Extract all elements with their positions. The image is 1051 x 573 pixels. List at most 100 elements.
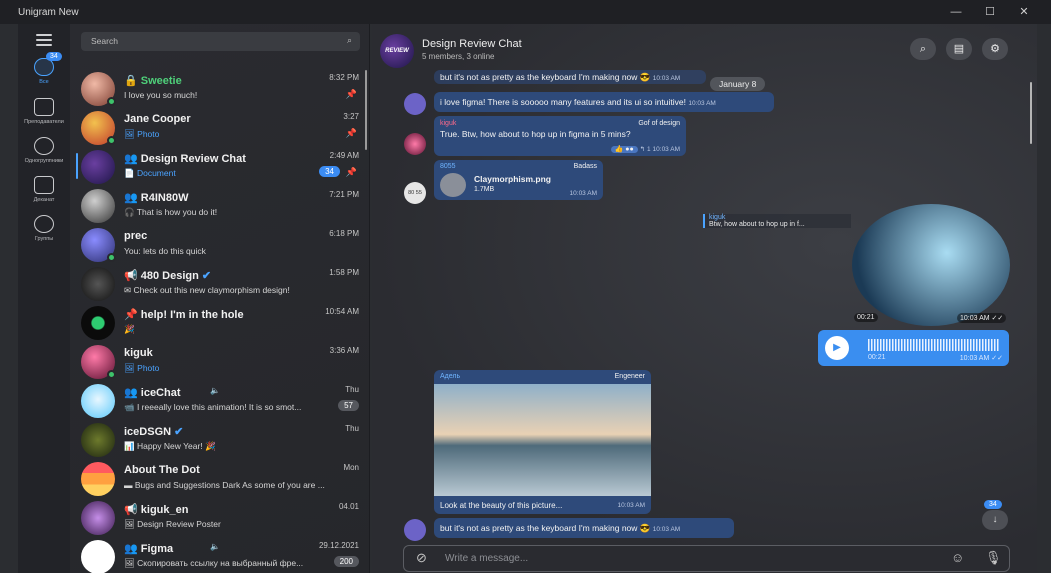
pin-icon: 📌 (345, 89, 357, 99)
message-bubble[interactable]: i love figma! There is sooooo many featu… (434, 92, 774, 112)
sender-avatar[interactable] (404, 133, 426, 155)
conversation-header: REVIEW Design Review Chat 5 members, 3 o… (372, 24, 1037, 74)
reactions[interactable]: 👍 ●● (610, 146, 638, 153)
message-time: 10:03 AM (688, 100, 716, 107)
chat-item-kiguk[interactable]: kiguk 🖼 Photo 3:36 AM (70, 342, 370, 381)
member-tag: Gof of design (638, 120, 680, 127)
message-text: but it's not as pretty as the keyboard I… (440, 523, 651, 533)
date-chip: January 8 (710, 77, 766, 91)
sender-avatar[interactable] (404, 93, 426, 115)
chat-time: 29.12.2021 (318, 541, 359, 550)
folder-classmates[interactable]: Одногруппники (18, 137, 70, 164)
chat-time: Thu (345, 385, 359, 394)
chat-item-prec[interactable]: prec You: lets do this quick 6:18 PM (70, 225, 370, 264)
search-icon[interactable]: ⌕ (910, 38, 936, 60)
voice-message[interactable]: ▶ 00:21 10:03 AM ✓✓ (818, 330, 1009, 366)
attach-icon[interactable]: ⊘ (416, 550, 427, 566)
avatar (81, 150, 115, 184)
reply-preview[interactable]: kiguk Btw, how about to hop up in f... (703, 214, 851, 228)
chat-name: 📢 kiguk_en (124, 504, 189, 516)
folder-label: Деканат (33, 197, 55, 203)
video-time: 10:03 AM ✓✓ (957, 313, 1007, 323)
folder-all[interactable]: 34 Все (18, 52, 70, 85)
graduation-cap-icon (34, 176, 54, 194)
voice-waveform[interactable] (868, 339, 1000, 351)
chat-name: 👥 Design Review Chat (124, 153, 246, 165)
reply-author: kiguk (709, 214, 726, 221)
message-bubble[interactable]: but it's not as pretty as the keyboard I… (434, 70, 706, 84)
chat-preview: 📹 I reeeally love this animation! It is … (124, 402, 302, 412)
chat-item-figma[interactable]: 👥 Figma 🔈 🖼 Скопировать ссылку на выбран… (70, 537, 370, 573)
message-input[interactable]: Write a message... (445, 553, 528, 564)
message-text: but it's not as pretty as the keyboard I… (440, 72, 651, 82)
chat-time: 6:18 PM (329, 229, 359, 238)
message-bubble[interactable]: kiguk Gof of design True. Btw, how about … (434, 116, 686, 156)
hamburger-menu-icon[interactable] (36, 34, 52, 49)
chat-time: 7:21 PM (329, 190, 359, 199)
chat-name: Jane Cooper (124, 113, 191, 125)
scroll-down-button[interactable]: ↓ (982, 510, 1008, 530)
message-time: 10:03 AM (652, 75, 681, 82)
message-time: 10:03 AM (652, 526, 681, 533)
sender-avatar[interactable] (404, 519, 426, 541)
chat-preview: I love you so much! (124, 90, 198, 100)
chat-name: prec (124, 230, 148, 242)
chat-time: Mon (343, 463, 359, 472)
chat-title[interactable]: Design Review Chat (422, 38, 522, 50)
chat-item-design-review[interactable]: 👥 Design Review Chat 📄 Document 2:49 AM … (70, 147, 370, 186)
photo-image[interactable] (434, 384, 651, 496)
maximize-button[interactable]: ☐ (973, 0, 1007, 24)
chat-name: 🔒 Sweetie (124, 75, 182, 87)
chat-time: 1:58 PM (329, 268, 359, 277)
verified-icon: ✔ (201, 270, 212, 282)
search-icon[interactable]: ⌕ (347, 35, 352, 46)
search-input[interactable]: Search ⌕ (81, 32, 360, 51)
folder-groups[interactable]: Группы (18, 215, 70, 242)
folder-teachers[interactable]: Преподаватели (18, 98, 70, 125)
message-author[interactable]: 8055 (440, 163, 456, 170)
online-indicator (107, 97, 116, 106)
chat-time: 3:36 AM (329, 346, 359, 355)
muted-icon: 🔈 (210, 542, 220, 551)
chat-avatar[interactable]: REVIEW (380, 34, 414, 68)
file-message[interactable]: 8055 Badass Claymorphism.png 1.7MB 10:03 … (434, 160, 603, 200)
file-thumbnail[interactable] (440, 173, 466, 197)
play-button[interactable]: ▶ (825, 336, 849, 360)
message-author[interactable]: kiguk (440, 120, 456, 127)
photo-message[interactable]: Адель Engeneer Look at the beauty of this… (434, 370, 651, 514)
chat-item-jane-cooper[interactable]: Jane Cooper 🖼 Photo 3:27 📌 (70, 108, 370, 147)
avatar (81, 384, 115, 418)
chat-item-sweetie[interactable]: 🔒 Sweetie I love you so much! 8:32 PM 📌 (70, 69, 370, 108)
online-indicator (107, 253, 116, 262)
reply-count[interactable]: ↰ 1 (640, 146, 651, 153)
chat-item-kiguk-en[interactable]: 📢 kiguk_en 🖼 Design Review Poster 04.01 (70, 498, 370, 537)
message-author[interactable]: Адель (440, 373, 460, 380)
chat-preview: You: lets do this quick (124, 246, 206, 256)
message-bubble[interactable]: but it's not as pretty as the keyboard I… (434, 518, 734, 538)
chat-name: kiguk (124, 347, 153, 359)
message-composer[interactable]: ⊘ Write a message... ☺ 🎙 (403, 545, 1010, 572)
chat-preview: ✉ Check out this new claymorphism design… (124, 285, 290, 295)
avatar (81, 267, 115, 301)
chat-item-icechat[interactable]: 👥 iceChat 🔈 📹 I reeeally love this anima… (70, 381, 370, 420)
video-message[interactable] (852, 204, 1010, 326)
close-button[interactable]: ✕ (1007, 0, 1041, 24)
microphone-icon[interactable]: 🎙 (985, 550, 1002, 566)
messages-scrollbar[interactable] (1030, 82, 1032, 144)
chat-item-icedsgn[interactable]: iceDSGN ✔ 📊 Happy New Year! 🎉 Thu (70, 420, 370, 459)
avatar (81, 540, 115, 573)
folder-label: Все (39, 79, 49, 85)
chat-preview: 🖼 Скопировать ссылку на выбранный фре... (124, 558, 304, 568)
folder-deanery[interactable]: Деканат (18, 176, 70, 203)
folders-rail: 34 Все Преподаватели Одногруппники Декан… (18, 24, 70, 573)
emoji-icon[interactable]: ☺ (951, 550, 964, 565)
sender-avatar[interactable]: 80 55 (404, 182, 426, 204)
minimize-button[interactable]: — (939, 0, 973, 24)
chat-item-help-hole[interactable]: 📌 help! I'm in the hole 🎉 10:54 AM (70, 303, 370, 342)
chat-item-about-the-dot[interactable]: About The Dot ▬ Bugs and Suggestions Dar… (70, 459, 370, 498)
comments-icon[interactable]: ▤ (946, 38, 972, 60)
chat-time: 8:32 PM (329, 73, 359, 82)
settings-gear-icon[interactable]: ⚙ (982, 38, 1008, 60)
chat-item-r4in80w[interactable]: 👥 R4IN80W 🎧 That is how you do it! 7:21 … (70, 186, 370, 225)
chat-item-480-design[interactable]: 📢 480 Design ✔ ✉ Check out this new clay… (70, 264, 370, 303)
